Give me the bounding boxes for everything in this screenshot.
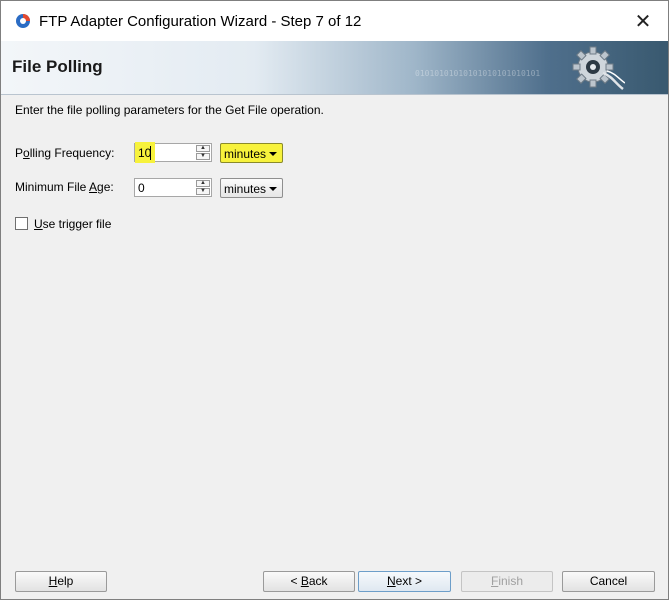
back-button[interactable]: < Back — [263, 571, 355, 592]
polling-frequency-spinner[interactable]: 10 ▲ ▼ — [134, 142, 212, 163]
spinner-up-icon[interactable]: ▲ — [196, 145, 210, 152]
window-title: FTP Adapter Configuration Wizard - Step … — [39, 13, 362, 30]
app-icon — [16, 14, 30, 28]
finish-button[interactable]: Finish — [461, 571, 553, 592]
spinner-arrows: ▲ ▼ — [196, 145, 210, 160]
wizard-window: FTP Adapter Configuration Wizard - Step … — [0, 0, 669, 600]
minimum-file-age-label: Minimum File Age: — [15, 180, 114, 194]
spinner-down-icon[interactable]: ▼ — [196, 188, 210, 195]
spinner-up-icon[interactable]: ▲ — [196, 180, 210, 187]
text-cursor — [150, 146, 151, 160]
minimum-file-age-value[interactable]: 0 — [138, 181, 145, 195]
spinner-down-icon[interactable]: ▼ — [196, 153, 210, 160]
polling-frequency-unit: minutes — [224, 147, 267, 161]
use-trigger-file-label[interactable]: Use trigger file — [34, 217, 111, 231]
close-icon[interactable]: ✕ — [630, 9, 656, 35]
minimum-file-age-unit: minutes — [224, 182, 267, 196]
title-bar: FTP Adapter Configuration Wizard - Step … — [1, 1, 668, 41]
banner-binary-decoration: 01010101010101010101010101 — [415, 69, 541, 78]
header-banner: File Polling 01010101010101010101010101 — [1, 41, 668, 95]
cancel-button[interactable]: Cancel — [562, 571, 655, 592]
chevron-down-icon — [269, 187, 277, 191]
polling-frequency-label: Polling Frequency: — [15, 146, 115, 160]
page-title: File Polling — [12, 57, 103, 76]
next-button[interactable]: Next > — [358, 571, 451, 592]
instructions-text: Enter the file polling parameters for th… — [15, 103, 324, 117]
help-button[interactable]: Help — [15, 571, 107, 592]
polling-frequency-unit-dropdown[interactable]: minutes — [220, 143, 283, 163]
gear-icon — [572, 46, 625, 90]
use-trigger-file-checkbox[interactable] — [15, 217, 28, 230]
spinner-arrows: ▲ ▼ — [196, 180, 210, 195]
minimum-file-age-spinner[interactable]: 0 ▲ ▼ — [134, 178, 212, 197]
chevron-down-icon — [269, 152, 277, 156]
minimum-file-age-unit-dropdown[interactable]: minutes — [220, 178, 283, 198]
